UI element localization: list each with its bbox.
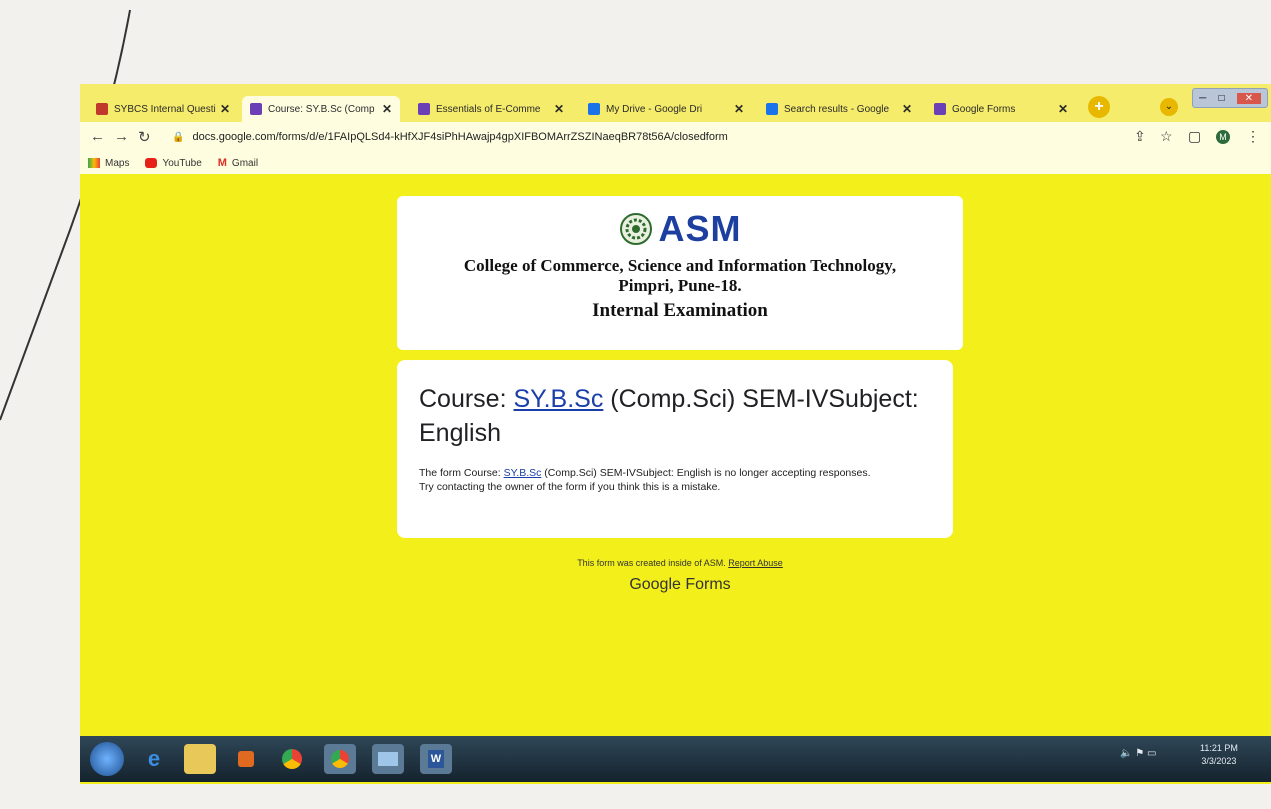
- form-header-card: ASM College of Commerce, Science and Inf…: [397, 196, 963, 350]
- maps-icon: [88, 158, 100, 168]
- tab-label: Google Forms: [952, 103, 1016, 115]
- tab-label: Course: SY.B.Sc (Comp: [268, 103, 375, 115]
- bookmark-star-icon[interactable]: ☆: [1160, 128, 1173, 145]
- created-text: This form was created inside of ASM.: [577, 558, 729, 568]
- close-icon[interactable]: ✕: [382, 102, 392, 116]
- word-icon[interactable]: W: [420, 744, 452, 774]
- profile-avatar[interactable]: M: [1216, 130, 1230, 144]
- maximize-icon[interactable]: □: [1219, 93, 1225, 104]
- clock-time: 11:21 PM: [1200, 743, 1238, 753]
- bookmark-youtube[interactable]: YouTube: [145, 157, 202, 169]
- college-name: College of Commerce, Science and Informa…: [397, 256, 963, 296]
- page-content: ASM College of Commerce, Science and Inf…: [80, 174, 1271, 784]
- tab-my-drive[interactable]: My Drive - Google Dri ✕: [580, 96, 752, 122]
- tab-label: SYBCS Internal Questio: [114, 103, 216, 115]
- menu-icon[interactable]: ⋮: [1246, 128, 1260, 145]
- form-title-prefix: Course:: [419, 385, 514, 413]
- asm-logo: ASM: [397, 208, 963, 250]
- drive-icon: [588, 103, 600, 115]
- address-bar[interactable]: 🔒 docs.google.com/forms/d/e/1FAIpQLSd4-k…: [172, 126, 972, 148]
- msg-line-2: Try contacting the owner of the form if …: [419, 481, 721, 493]
- gmail-icon: [96, 103, 108, 115]
- close-icon[interactable]: ✕: [902, 102, 912, 116]
- logo-text: ASM: [658, 208, 742, 249]
- browser-window: SYBCS Internal Questio ✕ Course: SY.B.Sc…: [80, 84, 1271, 784]
- youtube-icon: [145, 158, 158, 168]
- minimize-icon[interactable]: ─: [1199, 93, 1206, 104]
- close-icon[interactable]: ✕: [1058, 102, 1068, 116]
- clock-date: 3/3/2023: [1201, 756, 1237, 766]
- tab-google-forms[interactable]: Google Forms ✕: [926, 96, 1076, 122]
- close-icon[interactable]: ✕: [734, 102, 744, 116]
- chrome-icon[interactable]: [276, 744, 308, 774]
- network-icon[interactable]: ▭: [1147, 748, 1156, 759]
- forms-icon: [250, 103, 262, 115]
- forward-icon[interactable]: →: [114, 128, 129, 145]
- window-close-icon[interactable]: ✕: [1236, 92, 1261, 104]
- footer-note: This form was created inside of ASM. Rep…: [380, 558, 980, 568]
- bookmark-label: YouTube: [162, 157, 202, 169]
- form-title-link[interactable]: SY.B.Sc: [513, 385, 603, 413]
- tab-strip: SYBCS Internal Questio ✕ Course: SY.B.Sc…: [80, 84, 1271, 122]
- tab-search-results[interactable]: Search results - Google ✕: [758, 96, 920, 122]
- volume-icon[interactable]: 🔈: [1120, 748, 1132, 759]
- google-forms-brand[interactable]: Google Forms: [380, 576, 980, 594]
- system-clock[interactable]: 11:21 PM 3/3/2023: [1200, 742, 1238, 768]
- bookmark-label: Gmail: [231, 157, 259, 169]
- tab-label: Essentials of E-Comme: [436, 103, 541, 115]
- chrome-window-icon[interactable]: [324, 744, 356, 774]
- internet-explorer-icon[interactable]: e: [138, 744, 170, 774]
- system-tray: 🔈 ⚑ ▭: [1120, 748, 1156, 759]
- url-text: docs.google.com/forms/d/e/1FAIpQLSd4-kHf…: [192, 131, 728, 143]
- reload-icon[interactable]: ↻: [138, 128, 151, 146]
- browser-toolbar: ← → ↻ 🔒 docs.google.com/forms/d/e/1FAIpQ…: [80, 122, 1271, 152]
- file-explorer-icon[interactable]: [184, 744, 216, 774]
- media-player-icon[interactable]: [230, 744, 262, 774]
- gmail-icon: M: [217, 157, 227, 169]
- form-title: Course: SY.B.Sc (Comp.Sci) SEM-IVSubject…: [419, 382, 931, 450]
- remote-desktop-icon[interactable]: [372, 744, 404, 774]
- bookmark-gmail[interactable]: M Gmail: [218, 157, 258, 169]
- exam-title: Internal Examination: [592, 300, 768, 321]
- msg-suffix: (Comp.Sci) SEM-IVSubject: English is no …: [541, 467, 871, 479]
- flag-icon[interactable]: ⚑: [1135, 748, 1144, 759]
- forms-icon: [418, 103, 430, 115]
- closed-message: The form Course: SY.B.Sc (Comp.Sci) SEM-…: [419, 466, 931, 494]
- close-icon[interactable]: ✕: [554, 102, 564, 116]
- start-button[interactable]: [90, 742, 124, 776]
- bookmarks-bar: Maps YouTube M Gmail: [80, 152, 1271, 174]
- closed-form-card: Course: SY.B.Sc (Comp.Sci) SEM-IVSubject…: [397, 360, 953, 538]
- drive-icon: [766, 103, 778, 115]
- report-abuse-link[interactable]: Report Abuse: [728, 558, 783, 568]
- bookmark-maps[interactable]: Maps: [88, 158, 129, 169]
- college-line-1: College of Commerce, Science and Informa…: [463, 256, 897, 275]
- close-icon[interactable]: ✕: [220, 102, 230, 116]
- tab-course-sybsc[interactable]: Course: SY.B.Sc (Comp ✕: [242, 96, 400, 122]
- college-line-2: Pimpri, Pune-18.: [618, 276, 742, 295]
- tab-label: Search results - Google: [784, 103, 890, 115]
- asm-emblem-icon: [619, 213, 652, 245]
- tab-essentials-ecommerce[interactable]: Essentials of E-Comme ✕: [410, 96, 572, 122]
- lock-icon: 🔒: [172, 131, 185, 143]
- new-tab-button[interactable]: +: [1088, 96, 1110, 118]
- taskbar: e W 🔈 ⚑ ▭ 11:21 PM 3/3/2023: [80, 736, 1271, 782]
- sidepanel-icon[interactable]: ▢: [1188, 128, 1201, 145]
- share-icon[interactable]: ⇪: [1134, 128, 1146, 145]
- tab-label: My Drive - Google Dri: [606, 103, 703, 115]
- tab-search-button[interactable]: ⌄: [1160, 98, 1178, 116]
- forms-icon: [934, 103, 946, 115]
- msg-link[interactable]: SY.B.Sc: [504, 467, 542, 479]
- bookmark-label: Maps: [105, 157, 130, 169]
- window-controls: ─ □ ✕: [1192, 88, 1268, 108]
- msg-prefix: The form Course:: [419, 467, 504, 479]
- tab-sybcs-internal[interactable]: SYBCS Internal Questio ✕: [88, 96, 238, 122]
- back-icon[interactable]: ←: [90, 128, 105, 145]
